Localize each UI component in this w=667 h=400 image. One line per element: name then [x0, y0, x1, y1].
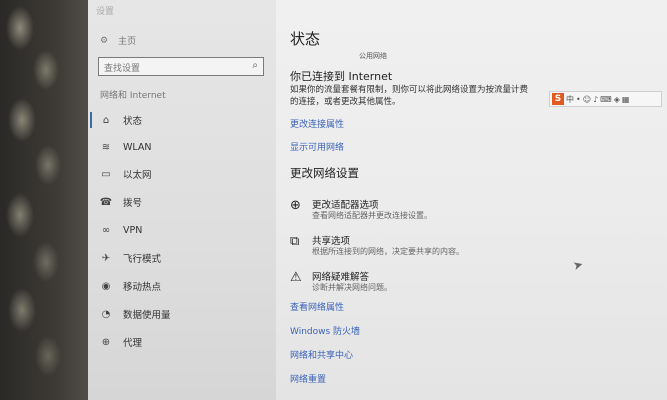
- sidebar-item-dialup[interactable]: ☎ 拨号: [88, 190, 276, 214]
- page-title: 状态: [290, 30, 321, 48]
- sidebar: 设置 ⚙ 主页 查找设置 ⌕ 网络和 Internet ⌂ 状态 ≋ WLAN …: [88, 0, 276, 400]
- adapter-icon: ⊕: [290, 198, 301, 213]
- home-label: 主页: [118, 37, 137, 47]
- network-reset-link[interactable]: 网络重置: [290, 372, 326, 385]
- airplane-icon: ✈: [101, 252, 111, 264]
- gear-icon: ⚙: [100, 35, 109, 46]
- emoji-icon[interactable]: ☺: [583, 95, 591, 104]
- home-icon: ⌂: [102, 114, 110, 126]
- data-usage-icon: ◔: [101, 308, 111, 320]
- sidebar-item-label: 代理: [123, 338, 143, 349]
- option-description: 查看网络适配器并更改连接设置。: [312, 211, 432, 220]
- change-connection-properties-link[interactable]: 更改连接属性: [290, 117, 344, 130]
- network-sharing-center-link[interactable]: 网络和共享中心: [290, 348, 353, 361]
- toolbox-icon[interactable]: ▦: [622, 95, 630, 104]
- option-title: 共享选项: [312, 236, 351, 247]
- network-name: 公用网络: [359, 52, 387, 60]
- connected-description: 如果你的流量套餐有限制，则你可以将此网络设置为按流量计费的连接，或者更改其他属性…: [290, 85, 529, 107]
- ime-mode[interactable]: 中: [566, 94, 574, 105]
- sidebar-item-label: 拨号: [123, 198, 143, 209]
- vpn-icon: ∞: [101, 224, 111, 236]
- hotspot-icon: ◉: [101, 280, 111, 292]
- wifi-icon: ≋: [101, 141, 111, 153]
- option-title: 网络疑难解答: [312, 272, 370, 283]
- globe-icon: ⊕: [101, 336, 111, 348]
- keyboard-icon[interactable]: ⌨: [600, 95, 612, 104]
- main-content: 状态 公用网络 你已连接到 Internet 如果你的流量套餐有限制，则你可以将…: [276, 0, 667, 400]
- warning-icon: ⚠: [290, 270, 302, 285]
- ime-logo: S: [552, 93, 564, 105]
- connected-heading: 你已连接到 Internet: [290, 70, 393, 83]
- ethernet-icon: ▭: [101, 168, 111, 180]
- sidebar-item-label: WLAN: [123, 141, 152, 153]
- option-title: 更改适配器选项: [312, 200, 379, 211]
- sidebar-item-label: 数据使用量: [123, 310, 171, 321]
- windows-firewall-link[interactable]: Windows 防火墙: [290, 324, 360, 337]
- home-link[interactable]: ⚙ 主页: [100, 34, 137, 48]
- sidebar-item-proxy[interactable]: ⊕ 代理: [88, 330, 276, 354]
- background-edge: [0, 0, 95, 400]
- sidebar-item-label: 飞行模式: [123, 254, 162, 265]
- section-title: 网络和 Internet: [100, 91, 166, 101]
- sharing-icon: ⧉: [290, 234, 300, 249]
- sidebar-item-hotspot[interactable]: ◉ 移动热点: [88, 274, 276, 298]
- sidebar-item-label: 移动热点: [123, 282, 162, 293]
- search-placeholder: 查找设置: [104, 64, 141, 74]
- window-title: 设置: [96, 7, 115, 17]
- skin-icon[interactable]: ◈: [614, 95, 620, 104]
- mic-icon[interactable]: ♪: [593, 95, 598, 104]
- search-icon[interactable]: ⌕: [252, 60, 258, 71]
- sidebar-item-label: VPN: [123, 224, 143, 236]
- change-settings-heading: 更改网络设置: [290, 166, 359, 180]
- option-description: 诊断并解决网络问题。: [312, 283, 392, 292]
- search-input[interactable]: 查找设置 ⌕: [98, 57, 264, 76]
- option-description: 根据所连接到的网络，决定要共享的内容。: [312, 247, 464, 256]
- sidebar-item-status[interactable]: ⌂ 状态: [88, 108, 276, 132]
- sidebar-item-airplane[interactable]: ✈ 飞行模式: [88, 246, 276, 270]
- settings-window: 设置 ⚙ 主页 查找设置 ⌕ 网络和 Internet ⌂ 状态 ≋ WLAN …: [88, 0, 667, 400]
- sidebar-item-vpn[interactable]: ∞ VPN: [88, 218, 276, 242]
- show-available-networks-link[interactable]: 显示可用网络: [290, 140, 344, 153]
- sidebar-item-label: 状态: [123, 116, 143, 127]
- sidebar-item-label: 以太网: [123, 170, 152, 181]
- sidebar-item-ethernet[interactable]: ▭ 以太网: [88, 162, 276, 186]
- sidebar-item-wlan[interactable]: ≋ WLAN: [88, 135, 276, 159]
- sidebar-item-data-usage[interactable]: ◔ 数据使用量: [88, 302, 276, 326]
- punctuation-icon[interactable]: •: [576, 95, 581, 104]
- view-network-properties-link[interactable]: 查看网络属性: [290, 300, 344, 313]
- ime-toolbar[interactable]: S 中 • ☺ ♪ ⌨ ◈ ▦: [549, 91, 662, 107]
- phone-icon: ☎: [99, 196, 113, 208]
